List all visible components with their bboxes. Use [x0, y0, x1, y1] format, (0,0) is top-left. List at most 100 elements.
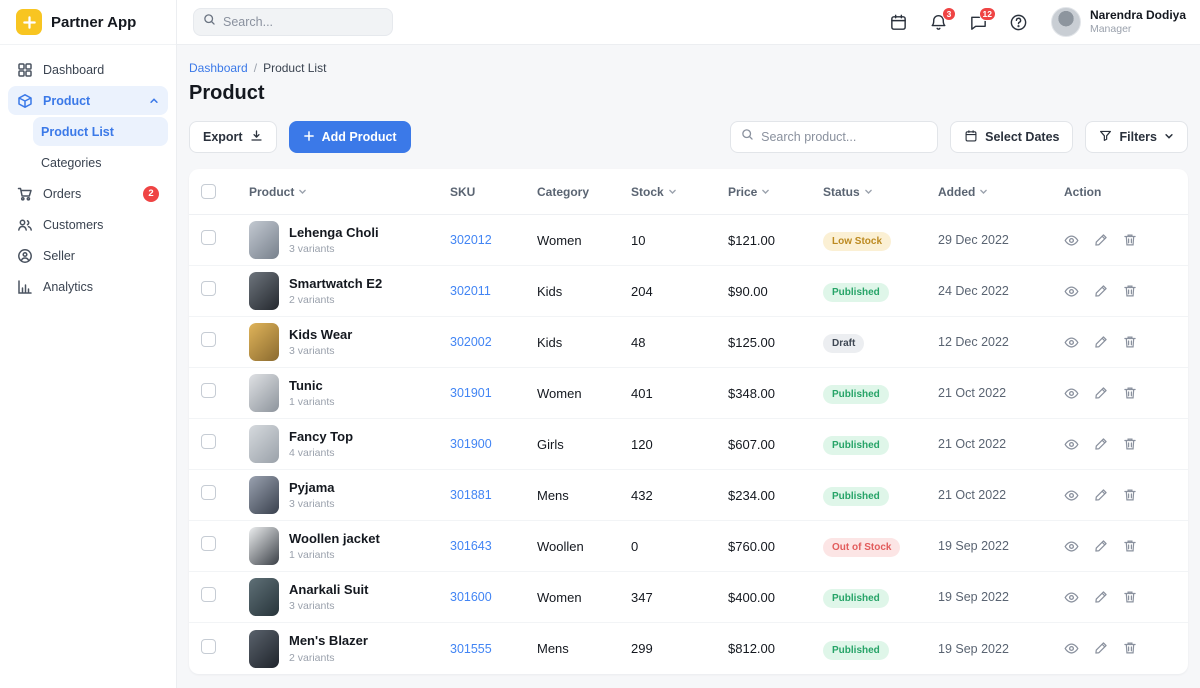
price-cell: $125.00 — [728, 335, 823, 350]
sidebar: Partner App Dashboard Product Product Li… — [0, 0, 177, 688]
sidebar-item-orders[interactable]: Orders 2 — [8, 179, 168, 208]
breadcrumb-current: Product List — [263, 61, 326, 75]
edit-icon[interactable] — [1094, 488, 1108, 503]
select-dates-button[interactable]: Select Dates — [950, 121, 1073, 153]
sku-link[interactable]: 301643 — [450, 539, 492, 553]
sku-link[interactable]: 302012 — [450, 233, 492, 247]
sku-link[interactable]: 301881 — [450, 488, 492, 502]
status-badge: Published — [823, 487, 889, 506]
delete-icon[interactable] — [1123, 488, 1137, 503]
column-header-stock[interactable]: Stock — [631, 185, 728, 199]
column-header-price[interactable]: Price — [728, 185, 823, 199]
row-checkbox[interactable] — [201, 587, 216, 602]
table-row: Fancy Top 4 variants 301900 Girls 120 $6… — [189, 419, 1188, 470]
row-checkbox[interactable] — [201, 383, 216, 398]
column-header-category[interactable]: Category — [537, 185, 631, 199]
global-search[interactable] — [193, 8, 393, 36]
select-all-checkbox[interactable] — [201, 184, 216, 199]
added-cell: 19 Sep 2022 — [938, 539, 1064, 553]
page-title: Product — [189, 82, 1188, 105]
view-icon[interactable] — [1064, 590, 1079, 605]
view-icon[interactable] — [1064, 641, 1079, 656]
sidebar-item-product-list[interactable]: Product List — [33, 117, 168, 146]
sidebar-item-dashboard[interactable]: Dashboard — [8, 55, 168, 84]
sku-link[interactable]: 301600 — [450, 590, 492, 604]
added-cell: 21 Oct 2022 — [938, 386, 1064, 400]
edit-icon[interactable] — [1094, 641, 1108, 656]
export-button[interactable]: Export — [189, 121, 277, 153]
user-menu[interactable]: Narendra Dodiya Manager — [1051, 7, 1186, 37]
user-name: Narendra Dodiya — [1090, 8, 1186, 23]
edit-icon[interactable] — [1094, 386, 1108, 401]
edit-icon[interactable] — [1094, 539, 1108, 554]
sidebar-menu: Dashboard Product Product List Categorie… — [0, 45, 176, 311]
global-search-input[interactable] — [223, 15, 373, 29]
view-icon[interactable] — [1064, 539, 1079, 554]
product-search-input[interactable] — [761, 130, 921, 144]
status-badge: Published — [823, 641, 889, 660]
view-icon[interactable] — [1064, 386, 1079, 401]
view-icon[interactable] — [1064, 437, 1079, 452]
sidebar-item-analytics[interactable]: Analytics — [8, 272, 168, 301]
help-icon[interactable] — [1009, 13, 1028, 32]
sidebar-item-categories[interactable]: Categories — [33, 148, 168, 177]
product-thumbnail — [249, 476, 279, 514]
edit-icon[interactable] — [1094, 437, 1108, 452]
delete-icon[interactable] — [1123, 386, 1137, 401]
view-icon[interactable] — [1064, 284, 1079, 299]
sku-link[interactable]: 302011 — [450, 284, 491, 298]
product-thumbnail — [249, 630, 279, 668]
add-product-button[interactable]: Add Product — [289, 121, 411, 153]
status-badge: Out of Stock — [823, 538, 900, 557]
stock-cell: 120 — [631, 437, 728, 452]
edit-icon[interactable] — [1094, 284, 1108, 299]
column-header-sku[interactable]: SKU — [450, 185, 537, 199]
product-variants: 3 variants — [289, 345, 352, 357]
edit-icon[interactable] — [1094, 335, 1108, 350]
breadcrumb: Dashboard / Product List — [189, 61, 1188, 75]
delete-icon[interactable] — [1123, 590, 1137, 605]
row-checkbox[interactable] — [201, 434, 216, 449]
delete-icon[interactable] — [1123, 437, 1137, 452]
edit-icon[interactable] — [1094, 590, 1108, 605]
sku-link[interactable]: 302002 — [450, 335, 492, 349]
row-checkbox[interactable] — [201, 230, 216, 245]
bell-icon[interactable]: 3 — [929, 13, 948, 32]
row-checkbox[interactable] — [201, 281, 216, 296]
row-checkbox[interactable] — [201, 332, 216, 347]
breadcrumb-separator: / — [254, 61, 257, 75]
added-cell: 19 Sep 2022 — [938, 590, 1064, 604]
delete-icon[interactable] — [1123, 641, 1137, 656]
sidebar-item-customers[interactable]: Customers — [8, 210, 168, 239]
category-cell: Mens — [537, 641, 631, 656]
row-checkbox[interactable] — [201, 536, 216, 551]
row-checkbox[interactable] — [201, 485, 216, 500]
sku-link[interactable]: 301555 — [450, 642, 492, 656]
breadcrumb-dashboard-link[interactable]: Dashboard — [189, 61, 248, 75]
delete-icon[interactable] — [1123, 284, 1137, 299]
sidebar-item-seller[interactable]: Seller — [8, 241, 168, 270]
column-header-status[interactable]: Status — [823, 185, 938, 199]
filters-button[interactable]: Filters — [1085, 121, 1188, 153]
calendar-icon[interactable] — [889, 13, 908, 32]
chevron-down-icon — [979, 187, 988, 196]
view-icon[interactable] — [1064, 488, 1079, 503]
delete-icon[interactable] — [1123, 539, 1137, 554]
product-search[interactable] — [730, 121, 938, 153]
sidebar-item-product[interactable]: Product — [8, 86, 168, 115]
sku-link[interactable]: 301900 — [450, 437, 492, 451]
price-cell: $234.00 — [728, 488, 823, 503]
row-checkbox[interactable] — [201, 639, 216, 654]
delete-icon[interactable] — [1123, 233, 1137, 248]
product-name: Fancy Top — [289, 429, 353, 445]
view-icon[interactable] — [1064, 335, 1079, 350]
message-count-badge: 12 — [979, 7, 996, 21]
sku-link[interactable]: 301901 — [450, 386, 492, 400]
delete-icon[interactable] — [1123, 335, 1137, 350]
messages-icon[interactable]: 12 — [969, 13, 988, 32]
edit-icon[interactable] — [1094, 233, 1108, 248]
notification-count-badge: 3 — [942, 7, 956, 21]
view-icon[interactable] — [1064, 233, 1079, 248]
column-header-added[interactable]: Added — [938, 185, 1064, 199]
column-header-product[interactable]: Product — [237, 185, 450, 199]
